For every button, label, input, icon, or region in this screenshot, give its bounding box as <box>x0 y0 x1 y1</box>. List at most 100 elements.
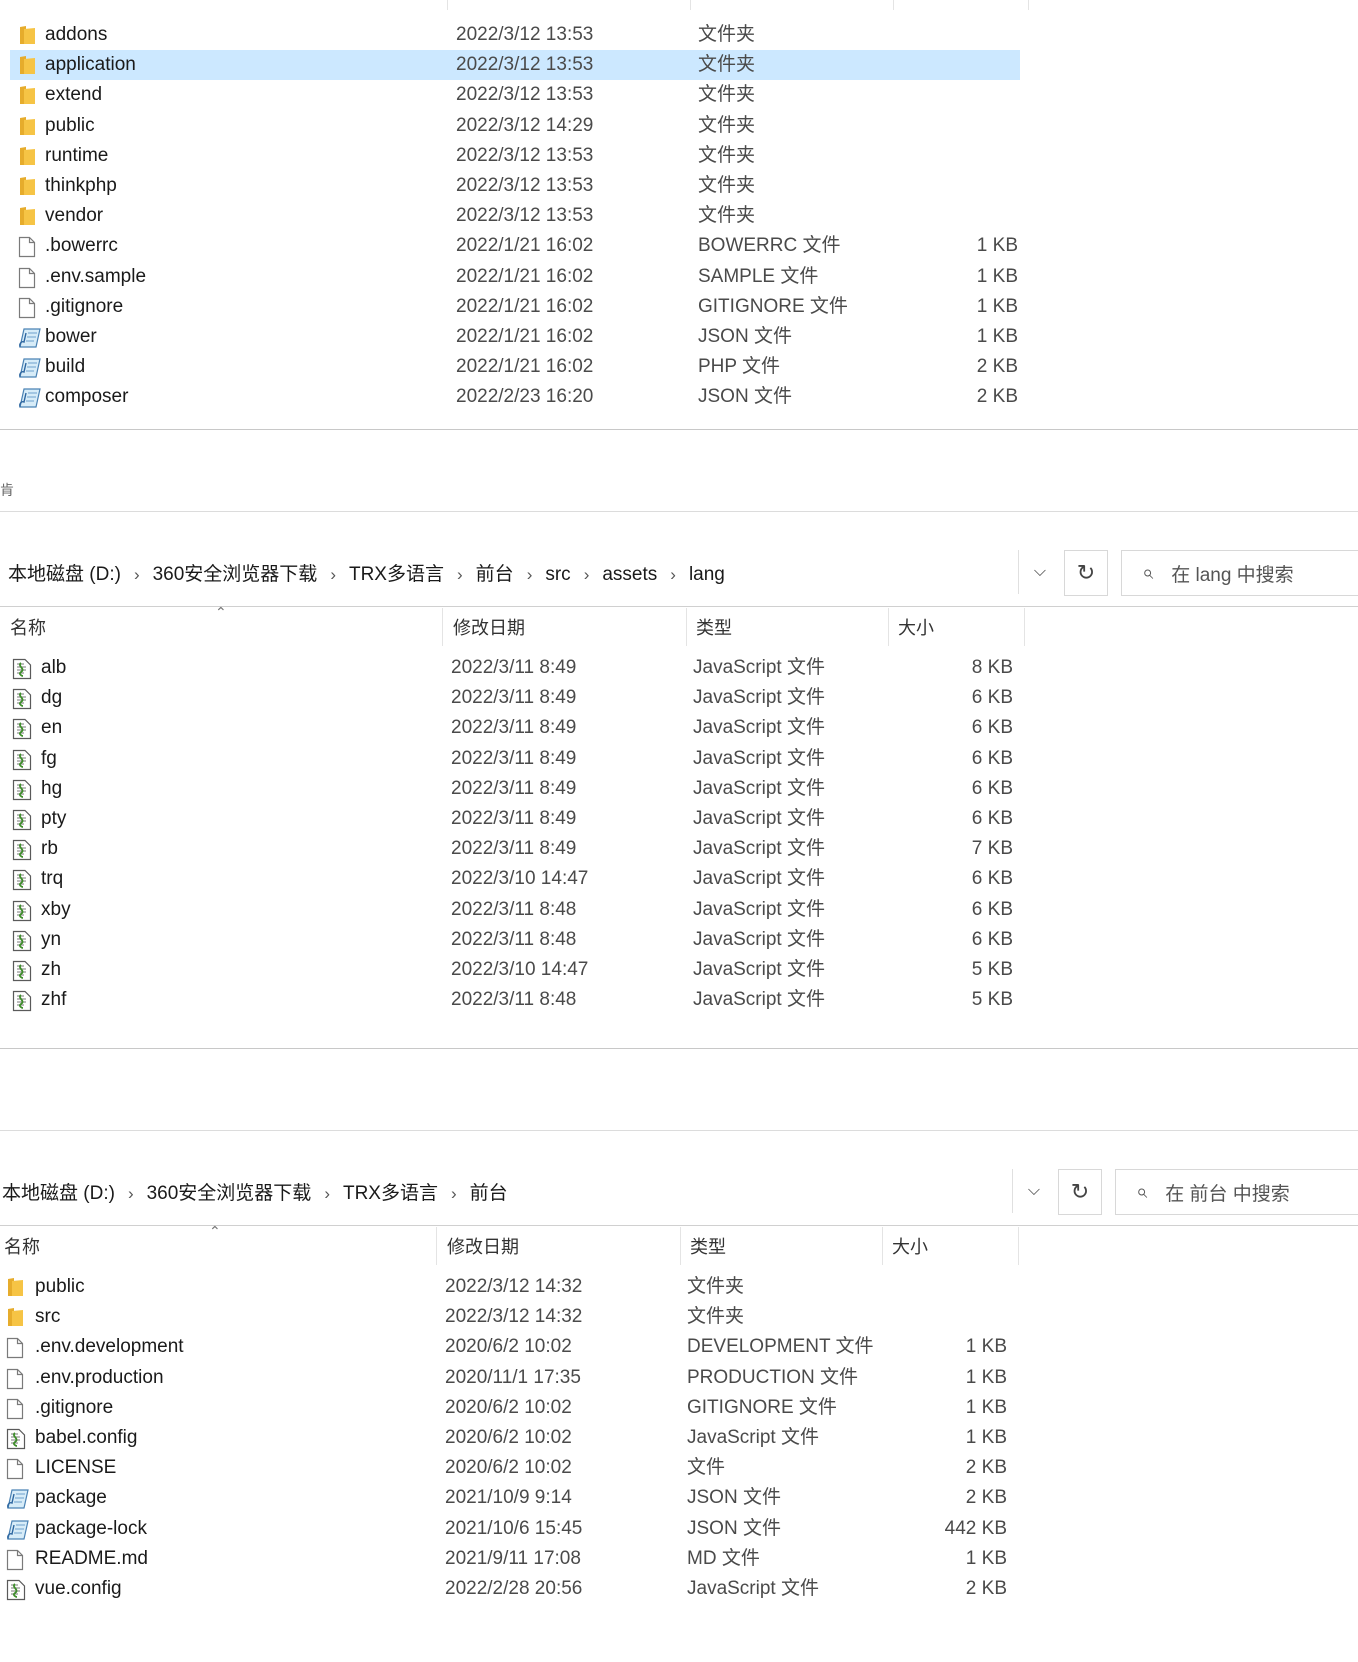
chevron-right-icon[interactable]: › <box>584 565 590 585</box>
address-dropdown-button[interactable]: ⌵ <box>1018 550 1061 594</box>
file-row[interactable]: extend 2022/3/12 13:53 文件夹 <box>0 80 1358 110</box>
script-file-icon <box>18 327 42 354</box>
column-divider[interactable] <box>888 608 889 646</box>
file-row[interactable]: fg 2022/3/11 8:49 JavaScript 文件 6 KB <box>0 744 1358 774</box>
file-row[interactable]: xby 2022/3/11 8:48 JavaScript 文件 6 KB <box>0 895 1358 925</box>
file-name: thinkphp <box>45 175 117 196</box>
file-row[interactable]: LICENSE 2020/6/2 10:02 文件 2 KB <box>0 1453 1358 1483</box>
column-header-name[interactable]: 名称 <box>4 1227 434 1265</box>
file-name: hg <box>41 777 63 799</box>
column-divider[interactable] <box>882 1227 883 1265</box>
file-row[interactable]: README.md 2021/9/11 17:08 MD 文件 1 KB <box>0 1544 1358 1574</box>
refresh-button[interactable]: ↻ <box>1064 550 1108 596</box>
breadcrumb-item[interactable]: TRX多语言 <box>349 559 444 586</box>
search-placeholder: 在 lang 中搜索 <box>1171 564 1294 586</box>
breadcrumb-item[interactable]: 360安全浏览器下载 <box>153 559 318 586</box>
file-row[interactable]: rb 2022/3/11 8:49 JavaScript 文件 7 KB <box>0 834 1358 864</box>
breadcrumb-item[interactable]: lang <box>689 564 725 586</box>
chevron-right-icon[interactable]: › <box>330 565 336 585</box>
file-name: .env.development <box>35 1336 184 1358</box>
file-row[interactable]: pty 2022/3/11 8:49 JavaScript 文件 6 KB <box>0 804 1358 834</box>
file-row[interactable]: public 2022/3/12 14:29 文件夹 <box>0 111 1358 141</box>
column-header-name[interactable]: 名称 <box>10 608 440 646</box>
address-bar[interactable]: 本地磁盘 (D:) › 360安全浏览器下载 › TRX多语言 › 前台 › src › asset… <box>8 550 725 594</box>
file-row[interactable]: .env.development 2020/6/2 10:02 DEVELOPMEN… <box>0 1332 1358 1362</box>
js-file-icon <box>12 990 32 1017</box>
breadcrumb-item[interactable]: assets <box>602 564 657 586</box>
file-row[interactable]: build 2022/1/21 16:02 PHP 文件 2 KB <box>0 352 1358 382</box>
file-date: 2022/3/11 8:49 <box>451 657 577 678</box>
column-header-type[interactable]: 类型 <box>690 1227 880 1265</box>
folder-icon <box>18 206 36 231</box>
address-dropdown-button[interactable]: ⌵ <box>1012 1169 1055 1213</box>
file-row[interactable]: package-lock 2021/10/6 15:45 JSON 文件 442 KB <box>0 1514 1358 1544</box>
file-row[interactable]: dg 2022/3/11 8:49 JavaScript 文件 6 KB <box>0 683 1358 713</box>
file-row[interactable]: runtime 2022/3/12 13:53 文件夹 <box>0 141 1358 171</box>
file-row[interactable]: thinkphp 2022/3/12 13:53 文件夹 <box>0 171 1358 201</box>
search-input[interactable]: ⌕ 在 前台 中搜索 <box>1115 1169 1358 1215</box>
chevron-right-icon[interactable]: › <box>324 1184 330 1204</box>
file-row[interactable]: addons 2022/3/12 13:53 文件夹 <box>0 20 1358 50</box>
breadcrumb-item[interactable]: 前台 <box>470 1178 508 1205</box>
address-bar[interactable]: 本地磁盘 (D:) › 360安全浏览器下载 › TRX多语言 › 前台 <box>2 1169 508 1213</box>
file-size: 2 KB <box>976 386 1018 408</box>
column-divider[interactable] <box>442 608 443 646</box>
breadcrumb-item[interactable]: 本地磁盘 (D:) <box>2 1178 115 1205</box>
file-row[interactable]: trq 2022/3/10 14:47 JavaScript 文件 6 KB <box>0 864 1358 894</box>
file-row[interactable]: src 2022/3/12 14:32 文件夹 <box>0 1302 1358 1332</box>
refresh-button[interactable]: ↻ <box>1058 1169 1102 1215</box>
chevron-right-icon[interactable]: › <box>670 565 676 585</box>
column-divider[interactable] <box>680 1227 681 1265</box>
column-divider[interactable] <box>1024 608 1025 646</box>
chevron-right-icon[interactable]: › <box>457 565 463 585</box>
file-type: JavaScript 文件 <box>687 1578 819 1599</box>
column-header-size[interactable]: 大小 <box>892 1227 1012 1265</box>
file-row[interactable]: yn 2022/3/11 8:48 JavaScript 文件 6 KB <box>0 925 1358 955</box>
column-divider[interactable] <box>436 1227 437 1265</box>
file-row[interactable]: .env.sample 2022/1/21 16:02 SAMPLE 文件 1 KB <box>0 262 1358 292</box>
chevron-right-icon[interactable]: › <box>134 565 140 585</box>
file-type: JavaScript 文件 <box>693 687 825 709</box>
file-row[interactable]: vendor 2022/3/12 13:53 文件夹 <box>0 201 1358 231</box>
file-row[interactable]: babel.config 2020/6/2 10:02 JavaScript 文件 1… <box>0 1423 1358 1453</box>
file-row[interactable]: hg 2022/3/11 8:49 JavaScript 文件 6 KB <box>0 774 1358 804</box>
breadcrumb-item[interactable]: TRX多语言 <box>343 1178 438 1205</box>
search-input[interactable]: ⌕ 在 lang 中搜索 <box>1121 550 1358 596</box>
column-divider[interactable] <box>686 608 687 646</box>
file-row[interactable]: application 2022/3/12 13:53 文件夹 <box>10 50 1020 81</box>
file-row[interactable]: .env.production 2020/11/1 17:35 PRODUCTION… <box>0 1363 1358 1393</box>
breadcrumb-item[interactable]: 360安全浏览器下载 <box>147 1178 312 1205</box>
file-icon <box>18 267 36 294</box>
file-row[interactable]: zhf 2022/3/11 8:48 JavaScript 文件 5 KB <box>0 985 1358 1015</box>
file-row[interactable]: package 2021/10/9 9:14 JSON 文件 2 KB <box>0 1483 1358 1513</box>
column-header-date[interactable]: 修改日期 <box>453 608 683 646</box>
file-row[interactable]: .gitignore 2020/6/2 10:02 GITIGNORE 文件 1 KB <box>0 1393 1358 1423</box>
file-name: vue.config <box>35 1578 122 1599</box>
breadcrumb-item[interactable]: 前台 <box>476 559 514 586</box>
file-name: vendor <box>45 205 104 227</box>
column-header-date[interactable]: 修改日期 <box>447 1227 677 1265</box>
file-row[interactable]: composer 2022/2/23 16:20 JSON 文件 2 KB <box>0 382 1358 412</box>
file-row[interactable]: alb 2022/3/11 8:49 JavaScript 文件 8 KB <box>0 653 1358 683</box>
file-type: PRODUCTION 文件 <box>687 1366 859 1388</box>
file-type: BOWERRC 文件 <box>698 235 841 257</box>
chevron-right-icon[interactable]: › <box>451 1184 457 1204</box>
file-row[interactable]: zh 2022/3/10 14:47 JavaScript 文件 5 KB <box>0 955 1358 985</box>
chevron-right-icon[interactable]: › <box>527 565 533 585</box>
file-name: en <box>41 717 63 739</box>
breadcrumb-item[interactable]: src <box>545 564 570 586</box>
file-row[interactable]: bower 2022/1/21 16:02 JSON 文件 1 KB <box>0 322 1358 352</box>
file-row[interactable]: .bowerrc 2022/1/21 16:02 BOWERRC 文件 1 KB <box>0 231 1358 261</box>
file-row[interactable]: .gitignore 2022/1/21 16:02 GITIGNORE 文件 1 K… <box>0 292 1358 322</box>
file-type: GITIGNORE 文件 <box>687 1396 837 1418</box>
chevron-right-icon[interactable]: › <box>128 1184 134 1204</box>
column-header-type[interactable]: 类型 <box>696 608 886 646</box>
file-row[interactable]: en 2022/3/11 8:49 JavaScript 文件 6 KB <box>0 713 1358 743</box>
column-divider[interactable] <box>1018 1227 1019 1265</box>
folder-icon <box>18 116 36 141</box>
file-date: 2022/3/12 14:29 <box>456 114 594 136</box>
file-row[interactable]: public 2022/3/12 14:32 文件夹 <box>0 1272 1358 1302</box>
file-row[interactable]: vue.config 2022/2/28 20:56 JavaScript 文件 2 … <box>0 1574 1358 1604</box>
column-header-size[interactable]: 大小 <box>898 608 1018 646</box>
breadcrumb-item[interactable]: 本地磁盘 (D:) <box>8 559 121 586</box>
